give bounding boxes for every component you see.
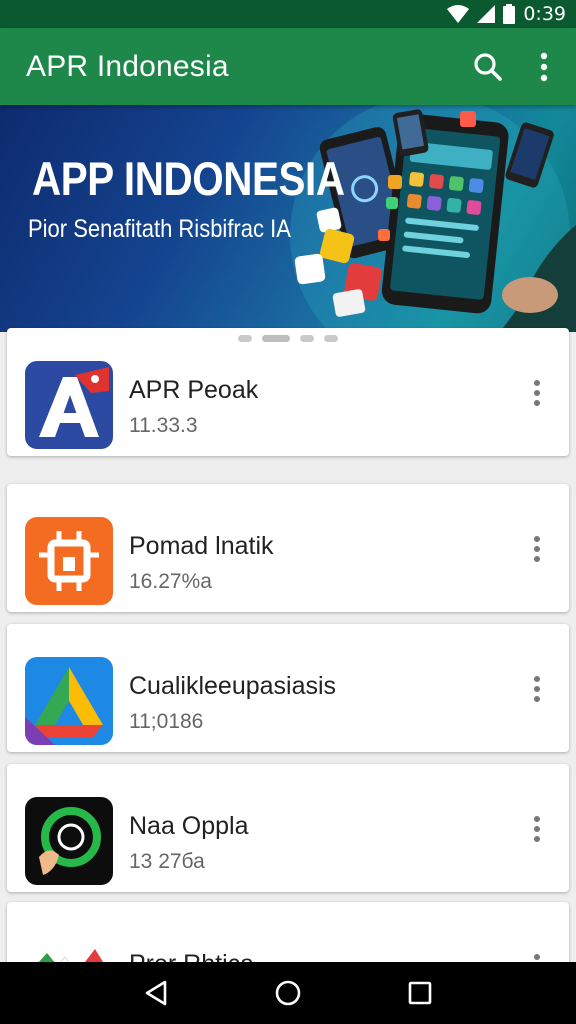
more-vert-icon [540, 52, 548, 81]
search-button[interactable] [468, 47, 508, 87]
carousel-indicator [0, 335, 576, 343]
app-size: 13 27ба [129, 850, 205, 873]
status-bar: 0:39 [0, 0, 576, 28]
chip-app-icon [25, 517, 113, 605]
app-name: Naa Oppla [129, 812, 249, 840]
app-title: APR Indonesia [26, 49, 229, 83]
app-size: 11;0186 [129, 710, 204, 733]
app-name: APR Peoak [129, 376, 259, 404]
carousel-dot-active[interactable] [262, 335, 290, 342]
more-vert-icon[interactable] [527, 674, 547, 704]
app-icon-apr-peoak [25, 361, 113, 449]
banner-subtitle: Pior Senafitath Risbifrac IA [28, 215, 291, 243]
carousel-dot[interactable] [238, 335, 252, 342]
search-icon [474, 52, 502, 81]
home-circle-icon [275, 980, 301, 1006]
promo-banner[interactable]: APP INDONESIA Pior Senafitath Risbifrac … [0, 105, 576, 332]
overflow-menu-button[interactable] [524, 47, 564, 87]
back-button[interactable] [136, 973, 176, 1013]
app-name: Cualikleeupasiasis [129, 672, 337, 700]
app-list-item[interactable]: Cualikleeupasiasis 11;0186 [7, 624, 569, 752]
recents-square-icon [408, 981, 432, 1005]
more-vert-icon[interactable] [527, 814, 547, 844]
battery-icon [503, 4, 516, 24]
app-icon-naa-oppla [25, 797, 113, 885]
more-vert-icon[interactable] [527, 378, 547, 408]
app-icon-cualikleeupasiasis [25, 657, 113, 745]
more-vert-icon[interactable] [527, 534, 547, 564]
letter-a-app-icon [25, 361, 113, 449]
recents-button[interactable] [400, 973, 440, 1013]
banner-title: APP INDONESIA [32, 152, 345, 205]
app-name: Pomad lnatik [129, 532, 274, 560]
app-list-item[interactable]: Pomad lnatik 16.27%a [7, 484, 569, 612]
wifi-icon [447, 5, 470, 23]
signal-icon [477, 5, 496, 23]
app-bar: APR Indonesia [0, 28, 576, 105]
app-list-item[interactable]: APR Peoak 11.33.3 [7, 328, 569, 456]
drive-triangle-app-icon [25, 657, 113, 745]
app-size: 11.33.3 [129, 414, 198, 437]
system-nav-bar [0, 962, 576, 1024]
app-size: 16.27%a [129, 570, 212, 593]
app-icon-pomad-lnatik [25, 517, 113, 605]
carousel-dot[interactable] [300, 335, 314, 342]
back-triangle-icon [145, 980, 167, 1006]
carousel-dot[interactable] [324, 335, 338, 342]
app-list-item[interactable]: Naa Oppla 13 27ба [7, 764, 569, 892]
status-time: 0:39 [523, 3, 566, 25]
home-button[interactable] [268, 973, 308, 1013]
chat-bubble-app-icon [25, 797, 113, 885]
